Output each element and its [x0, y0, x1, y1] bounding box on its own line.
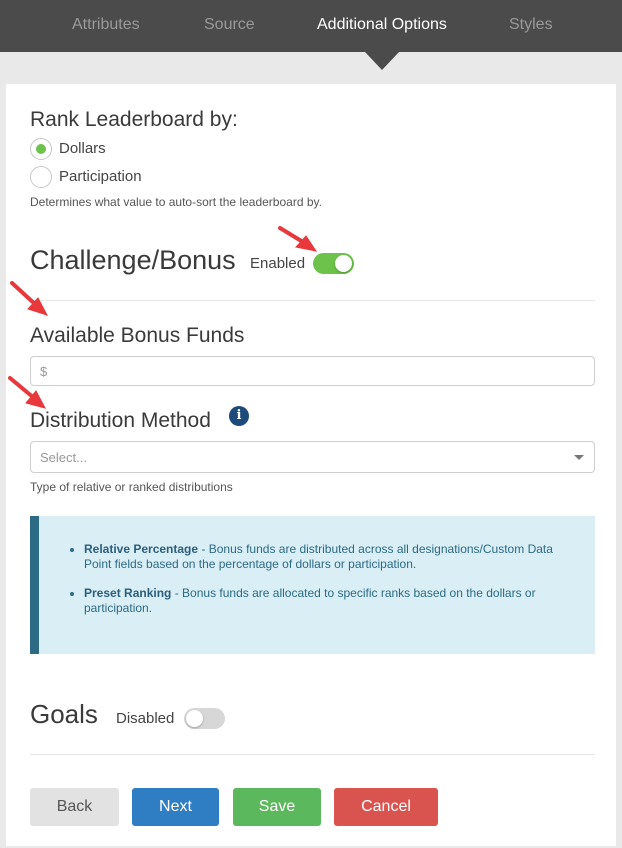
annotation-arrows: [8, 226, 318, 409]
annotation-arrow-icon: [8, 376, 46, 409]
annotation-arrow-icon: [278, 226, 318, 252]
active-tab-pointer: [365, 52, 399, 70]
annotation-arrow-icon: [10, 281, 49, 316]
